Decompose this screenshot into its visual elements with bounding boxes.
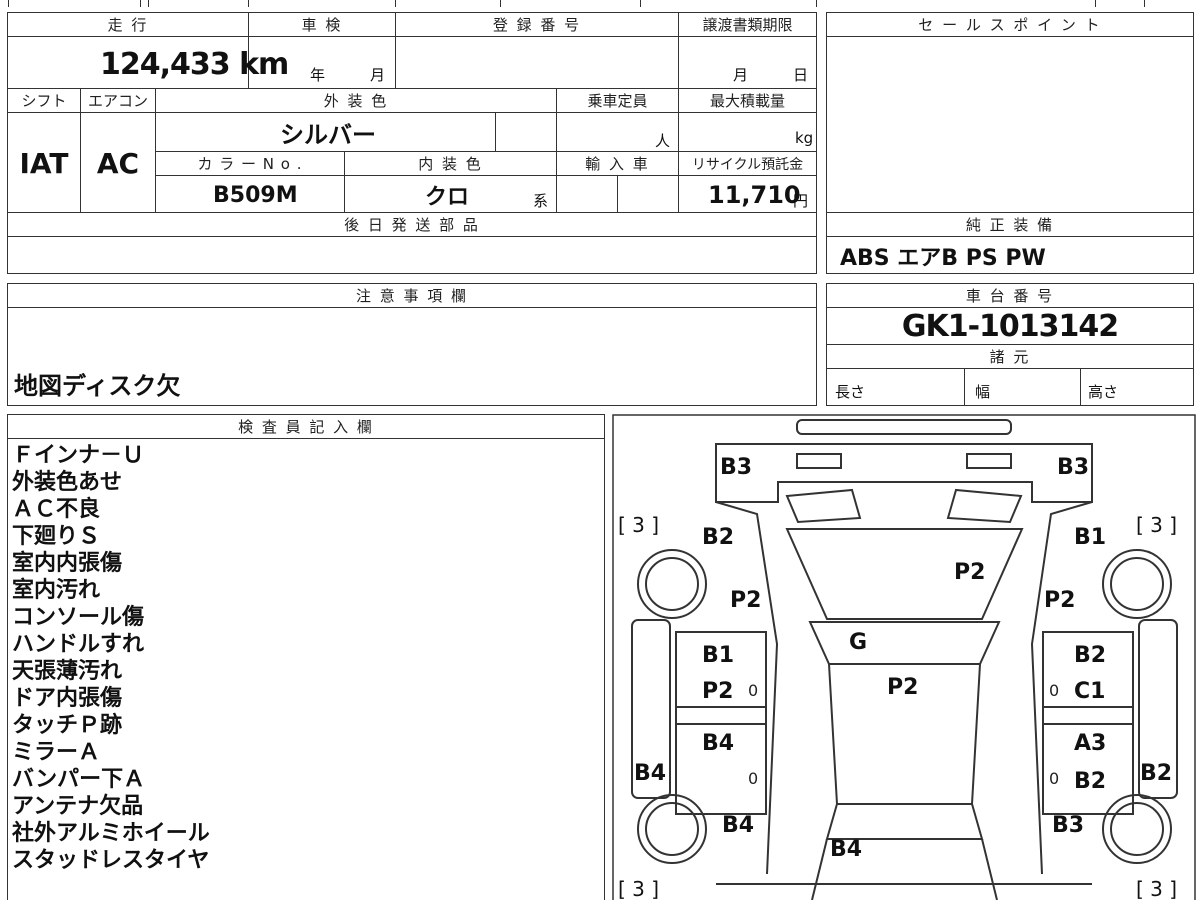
- label-zero-4: 0: [1049, 769, 1059, 788]
- recycle-deposit-header: リサイクル預託金: [691, 156, 804, 173]
- car-damage-diagram: B3 B3 B2 B1 P2 P2 P2 G P2 B1 P2 B2 C1 B4…: [612, 414, 1197, 900]
- label-b4-trunk: B4: [830, 837, 862, 862]
- capacity-header: 乗車定員: [587, 92, 648, 110]
- bracket-bottom-right: [ 3 ]: [1136, 877, 1177, 900]
- inspector-note: 外装色あせ: [12, 470, 123, 495]
- equipment-value: ABS エアB PS PW: [840, 246, 1046, 271]
- inspector-box: 検 査 員 記 入 欄 Ｆインナ－Ｕ 外装色あせ ＡＣ不良 下廻りＳ 室内内張傷…: [0, 414, 610, 900]
- inspector-notes-list: Ｆインナ－Ｕ 外装色あせ ＡＣ不良 下廻りＳ 室内内張傷 室内汚れ コンソール傷…: [12, 442, 210, 874]
- specs-header: 諸 元: [989, 348, 1031, 366]
- inspector-note: ドア内張傷: [12, 686, 123, 711]
- label-g-windshield: G: [849, 630, 867, 655]
- label-b1-front-right: B1: [1074, 525, 1106, 550]
- inspector-note: 室内汚れ: [12, 578, 101, 603]
- inspector-note: ＡＣ不良: [12, 497, 101, 522]
- shift-header: シフト: [21, 92, 67, 110]
- notes-box: 注 意 事 項 欄 地図ディスク欠: [0, 283, 820, 407]
- length-label: 長さ: [835, 382, 866, 401]
- exterior-color-header: 外 装 色: [323, 92, 389, 110]
- bracket-top-left: [ 3 ]: [618, 513, 659, 537]
- label-b1-front-door-left: B1: [702, 643, 734, 668]
- label-a3-rear-door-right: A3: [1074, 731, 1106, 756]
- label-p2-front-door-left: P2: [702, 679, 733, 704]
- height-label: 高さ: [1088, 382, 1119, 401]
- vehicle-info-grid: 走 行 車 検 登 録 番 号 譲渡書類期限 124,433 km 年 月 月 …: [0, 0, 820, 276]
- transfer-month-label: 月: [733, 65, 749, 84]
- inspector-note: 天張薄汚れ: [12, 659, 123, 684]
- inspector-note: Ｆインナ－Ｕ: [12, 443, 145, 468]
- aircon-header: エアコン: [87, 92, 148, 110]
- aircon-value: AC: [96, 146, 140, 180]
- label-p2-left-fender: P2: [730, 588, 761, 613]
- label-p2-right-fender: P2: [1044, 588, 1075, 613]
- right-info-column: セ ー ル ス ポ イ ン ト 純 正 装 備 ABS エアB PS PW 車 …: [820, 0, 1200, 410]
- inspector-note: バンパー下Ａ: [12, 767, 146, 792]
- import-header: 輸 入 車: [585, 155, 650, 173]
- inspector-note: タッチＰ跡: [12, 713, 123, 738]
- inspector-note: スタッドレスタイヤ: [12, 848, 210, 873]
- label-b4-rear-left: B4: [722, 813, 754, 838]
- car-outline-svg: B3 B3 B2 B1 P2 P2 P2 G P2 B1 P2 B2 C1 B4…: [612, 414, 1196, 900]
- later-parts-header: 後 日 発 送 部 品: [344, 216, 480, 234]
- inspector-note: ハンドルすれ: [12, 632, 145, 657]
- inspector-note: ミラーＡ: [12, 740, 101, 765]
- color-no-value: B509M: [213, 182, 298, 208]
- label-b3-left: B3: [720, 455, 752, 480]
- label-b2-front-door-right: B2: [1074, 643, 1106, 668]
- shaken-header: 車 検: [301, 16, 343, 34]
- label-c1-front-door-right: C1: [1074, 679, 1105, 704]
- transfer-deadline-header: 譲渡書類期限: [702, 16, 793, 34]
- bracket-top-right: [ 3 ]: [1136, 513, 1177, 537]
- label-b2-rear-door-right: B2: [1074, 769, 1106, 794]
- label-b2-right-sill: B2: [1140, 761, 1172, 786]
- max-load-unit: kg: [795, 129, 814, 147]
- inspector-note: 社外アルミホイール: [12, 821, 210, 846]
- label-b2-front-left: B2: [702, 525, 734, 550]
- chassis-number-header: 車 台 番 号: [965, 287, 1055, 305]
- recycle-deposit-value: 11,710: [708, 181, 801, 209]
- inspector-note: 室内内張傷: [12, 551, 123, 576]
- label-b3-rear-right: B3: [1052, 813, 1084, 838]
- bracket-bottom-left: [ 3 ]: [618, 877, 659, 900]
- chassis-number-value: GK1-1013142: [901, 308, 1119, 344]
- mileage-header: 走 行: [107, 16, 149, 34]
- equipment-header: 純 正 装 備: [965, 216, 1055, 234]
- inspector-note: 下廻りＳ: [12, 524, 101, 549]
- label-b4-rear-door-left: B4: [702, 731, 734, 756]
- exterior-color-value: シルバー: [280, 120, 376, 149]
- shaken-year-label: 年: [310, 65, 326, 84]
- label-b3-right: B3: [1057, 455, 1089, 480]
- label-zero-1: 0: [748, 681, 758, 700]
- shaken-month-label: 月: [370, 65, 386, 84]
- inspector-note: コンソール傷: [12, 605, 145, 630]
- interior-color-suffix: 系: [533, 191, 549, 210]
- capacity-unit: 人: [655, 131, 671, 150]
- max-load-header: 最大積載量: [709, 92, 785, 110]
- recycle-deposit-unit: 円: [793, 191, 809, 210]
- notes-value: 地図ディスク欠: [14, 371, 181, 400]
- color-no-header: カ ラ ー N o .: [197, 155, 303, 173]
- label-p2-hood: P2: [954, 560, 985, 585]
- registration-header: 登 録 番 号: [492, 16, 582, 34]
- inspector-note: アンテナ欠品: [12, 794, 144, 819]
- sales-point-header: セ ー ル ス ポ イ ン ト: [918, 16, 1102, 34]
- interior-color-header: 内 装 色: [418, 155, 483, 173]
- mileage-value: 124,433 km: [100, 46, 289, 82]
- label-b4-left-sill: B4: [634, 761, 666, 786]
- label-p2-roof: P2: [887, 675, 918, 700]
- label-zero-2: 0: [1049, 681, 1059, 700]
- label-zero-3: 0: [748, 769, 758, 788]
- notes-header: 注 意 事 項 欄: [355, 287, 469, 305]
- inspector-header: 検 査 員 記 入 欄: [238, 418, 374, 436]
- transfer-day-label: 日: [793, 65, 809, 84]
- interior-color-value: クロ: [425, 185, 470, 210]
- shift-value: IAT: [19, 146, 69, 180]
- width-label: 幅: [975, 382, 991, 401]
